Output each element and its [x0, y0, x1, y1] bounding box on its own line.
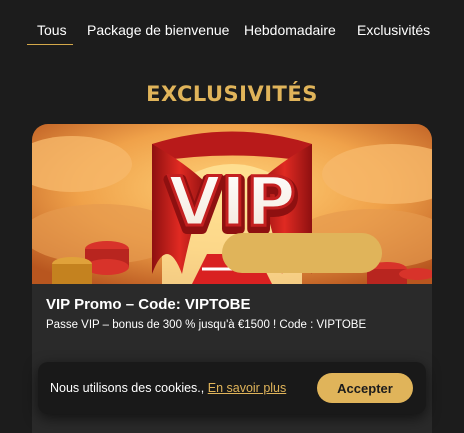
- tab-tous[interactable]: Tous: [37, 22, 67, 38]
- tab-exclusivites[interactable]: Exclusivités: [357, 22, 430, 38]
- cookie-message: Nous utilisons des cookies.,: [50, 381, 205, 395]
- active-tab-indicator: [27, 44, 73, 45]
- promo-title: VIP Promo – Code: VIPTOBE: [46, 296, 251, 313]
- learn-more-link[interactable]: En savoir plus: [208, 381, 287, 395]
- promo-cta-button[interactable]: [222, 233, 382, 273]
- category-tabs: Tous Package de bienvenue Hebdomadaire E…: [0, 0, 464, 46]
- vip-logo-text: VIP: [168, 163, 296, 242]
- accept-cookies-button[interactable]: Accepter: [317, 373, 413, 403]
- tab-hebdomadaire[interactable]: Hebdomadaire: [244, 22, 336, 38]
- section-title: EXCLUSIVITÉS: [146, 82, 318, 106]
- cookie-message-wrapper: Nous utilisons des cookies., En savoir p…: [50, 381, 286, 395]
- tab-package-de-bienvenue[interactable]: Package de bienvenue: [87, 22, 229, 38]
- promo-description: Passe VIP – bonus de 300 % jusqu'à €1500…: [46, 319, 367, 331]
- cookie-banner: Nous utilisons des cookies., En savoir p…: [38, 362, 426, 414]
